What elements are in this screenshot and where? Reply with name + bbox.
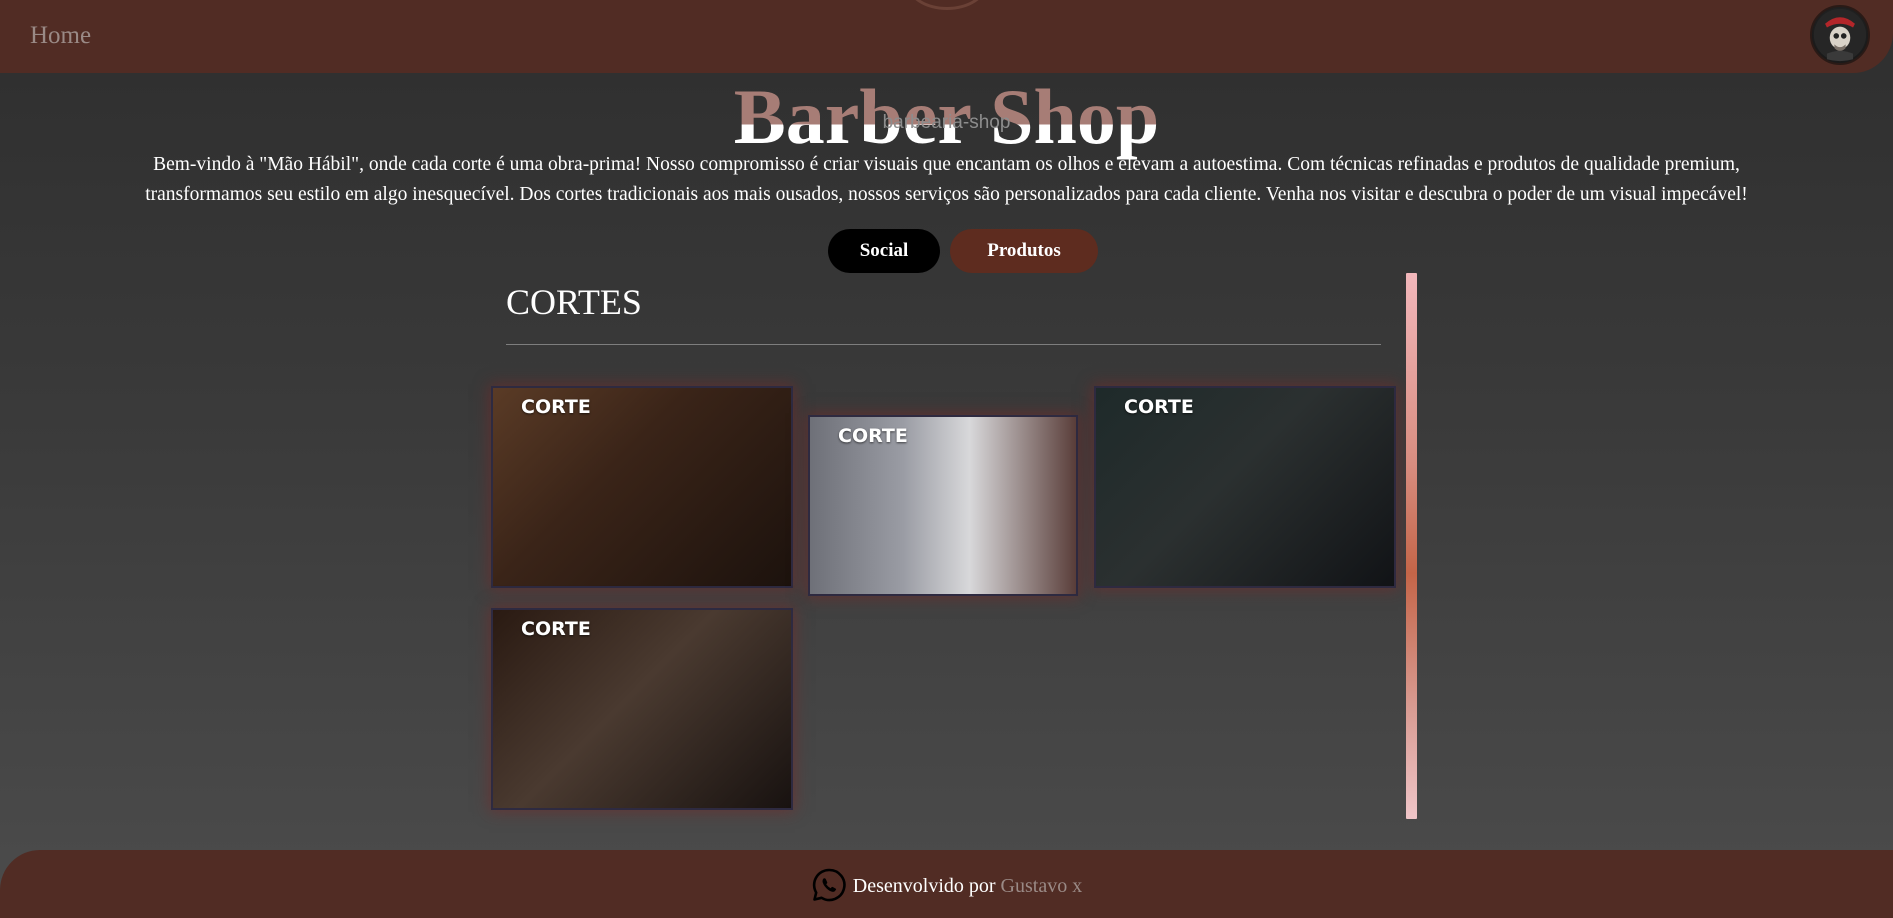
tab-social[interactable]: Social [828, 229, 940, 273]
section-divider [506, 344, 1381, 345]
page-subtitle: barbearia-shop [882, 112, 1011, 133]
barber-skull-logo-icon [1813, 8, 1867, 62]
whatsapp-icon[interactable] [811, 867, 847, 903]
section-title: CORTES [506, 282, 642, 322]
footer: Desenvolvido por Gustavo x [0, 850, 1893, 918]
author-link[interactable]: Gustavo x [1001, 875, 1083, 897]
card-label: CORTE [1124, 396, 1194, 418]
intro-text: Bem-vindo à "Mão Hábil", onde cada corte… [110, 150, 1783, 210]
avatar[interactable] [1810, 5, 1870, 65]
card-label: CORTE [838, 425, 908, 447]
gallery-card[interactable]: CORTE [491, 608, 793, 810]
footer-prefix: Desenvolvido por [852, 875, 996, 897]
footer-credit: Desenvolvido por Gustavo x [0, 868, 1893, 905]
intro-line-2: transformamos seu estilo em algo inesque… [145, 184, 1748, 205]
top-navbar [0, 0, 1893, 73]
card-label: CORTE [521, 396, 591, 418]
gallery-card[interactable]: CORTE [1094, 386, 1396, 588]
card-label: CORTE [521, 618, 591, 640]
intro-line-1: Bem-vindo à "Mão Hábil", onde cada corte… [153, 154, 1740, 175]
gallery-card[interactable]: CORTE [808, 415, 1078, 596]
tab-produtos[interactable]: Produtos [950, 229, 1098, 273]
gallery-scrollbar[interactable] [1406, 273, 1417, 819]
nav-home-link[interactable]: Home [30, 22, 91, 50]
gallery-card[interactable]: CORTE [491, 386, 793, 588]
